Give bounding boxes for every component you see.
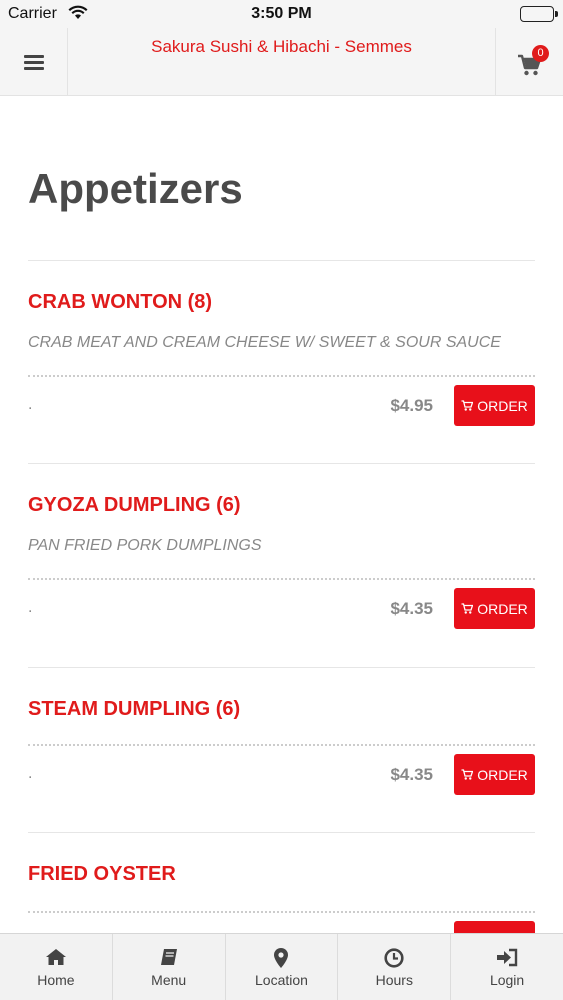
map-pin-icon [274, 948, 289, 968]
item-price: $4.35 [390, 765, 433, 784]
item-name: FRIED OYSTER [28, 863, 176, 885]
clock-icon [384, 948, 404, 968]
item-price: $4.35 [390, 599, 433, 618]
book-icon [160, 949, 177, 965]
tab-menu[interactable]: Menu [113, 934, 226, 1000]
item-name: CRAB WONTON (8) [28, 291, 213, 313]
hamburger-menu-button[interactable] [0, 28, 68, 96]
bottom-tab-bar: Home Menu Location Hours Login [0, 933, 563, 1000]
dotted-divider [28, 744, 535, 746]
menu-item: STEAM DUMPLING (6) . $4.35 ORDER [28, 667, 535, 833]
cart-icon [461, 603, 474, 614]
menu-item: CRAB WONTON (8) CRAB MEAT AND CREAM CHEE… [28, 260, 535, 464]
menu-item: GYOZA DUMPLING (6) PAN FRIED PORK DUMPLI… [28, 463, 535, 667]
order-label: ORDER [477, 397, 528, 414]
item-note: . [28, 599, 33, 616]
cart-icon [461, 769, 474, 780]
item-note: . [28, 396, 33, 413]
order-button[interactable]: ORDER [454, 588, 535, 629]
item-price: $4.95 [390, 396, 433, 415]
tab-label: Home [37, 972, 75, 988]
status-time: 3:50 PM [251, 5, 312, 22]
tab-label: Hours [375, 972, 413, 988]
sign-in-icon [497, 948, 518, 967]
status-bar: Carrier 3:50 PM [0, 0, 563, 28]
order-label: ORDER [477, 600, 528, 617]
tab-login[interactable]: Login [451, 934, 563, 1000]
dotted-divider [28, 578, 535, 580]
dotted-divider [28, 375, 535, 377]
cart-count-badge: 0 [532, 45, 549, 62]
item-name: STEAM DUMPLING (6) [28, 698, 241, 720]
hamburger-icon [23, 52, 44, 73]
item-note: . [28, 765, 33, 782]
tab-home[interactable]: Home [0, 934, 113, 1000]
app-header: Sakura Sushi & Hibachi - Semmes 0 [0, 28, 563, 96]
tab-hours[interactable]: Hours [338, 934, 452, 1000]
cart-button[interactable]: 0 [495, 28, 563, 96]
restaurant-title: Sakura Sushi & Hibachi - Semmes [151, 37, 412, 56]
item-description: PAN FRIED PORK DUMPLINGS [28, 537, 262, 554]
tab-location[interactable]: Location [226, 934, 339, 1000]
cart-icon [461, 400, 474, 411]
item-description: CRAB MEAT AND CREAM CHEESE W/ SWEET & SO… [28, 334, 501, 351]
order-label: ORDER [477, 766, 528, 783]
item-name: GYOZA DUMPLING (6) [28, 494, 241, 516]
tab-label: Login [489, 972, 525, 988]
tab-label: Location [255, 972, 308, 988]
menu-item: FRIED OYSTER [28, 832, 535, 962]
dotted-divider [28, 911, 535, 913]
page-title: Appetizers [28, 165, 243, 212]
tab-label: Menu [151, 972, 187, 988]
order-button[interactable]: ORDER [454, 385, 535, 426]
order-button[interactable]: ORDER [454, 754, 535, 795]
battery-icon [520, 6, 558, 22]
home-icon [45, 949, 66, 965]
